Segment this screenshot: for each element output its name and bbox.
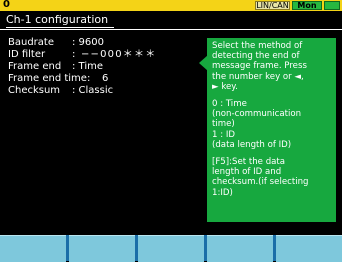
- function-key-f4[interactable]: [207, 235, 273, 262]
- help-option: 1 : ID: [212, 129, 235, 140]
- help-option: (non-communication: [212, 109, 302, 120]
- battery-icon: [324, 1, 340, 10]
- setting-label: Frame end time:: [8, 73, 91, 84]
- setting-label: Baudrate: [8, 37, 54, 48]
- function-key-f1[interactable]: [0, 235, 66, 262]
- setting-frame-end-time[interactable]: Frame end time: 6: [0, 73, 205, 85]
- lin-can-mode-badge: LIN/CAN: [255, 1, 290, 10]
- setting-checksum[interactable]: Checksum : Classic: [0, 85, 205, 97]
- setting-label: Checksum: [8, 85, 61, 96]
- help-option: time): [212, 119, 235, 130]
- setting-label: Frame end: [8, 61, 62, 72]
- help-note: length of ID and: [212, 167, 282, 178]
- setting-id-filter[interactable]: ID filter : −−000＊＊＊: [0, 49, 205, 61]
- title-divider: [0, 29, 342, 30]
- setting-value: : −−000＊＊＊: [72, 49, 157, 60]
- function-key-f2[interactable]: [69, 235, 135, 262]
- help-option: (data length of ID): [212, 139, 292, 150]
- settings-list: Baudrate : 9600 ID filter : −−000＊＊＊ Fra…: [0, 37, 205, 97]
- setting-label: ID filter: [8, 49, 46, 60]
- setting-value: : 9600: [72, 37, 104, 48]
- function-key-f5[interactable]: [276, 235, 342, 262]
- setting-baudrate[interactable]: Baudrate : 9600: [0, 37, 205, 49]
- page-title: Ch-1 configuration: [6, 13, 115, 28]
- setting-value: : Classic: [72, 85, 114, 96]
- setting-value: : Time: [72, 61, 104, 72]
- function-key-f3[interactable]: [138, 235, 204, 262]
- monitor-badge: Mon: [292, 1, 322, 10]
- status-bar: 0 LIN/CAN Mon: [0, 0, 342, 11]
- help-panel: Select the method of detecting the end o…: [207, 38, 336, 222]
- help-line: ► key.: [212, 81, 238, 92]
- setting-frame-end[interactable]: Frame end : Time: [0, 61, 205, 73]
- help-line: detecting the end of: [212, 51, 300, 62]
- help-option: 0 : Time: [212, 99, 247, 110]
- channel-indicator: 0: [3, 0, 10, 10]
- help-line: message frame. Press: [212, 61, 307, 72]
- function-key-bar: [0, 235, 342, 262]
- help-line: the number key or ◄,: [212, 71, 304, 82]
- help-line: Select the method of: [212, 41, 303, 51]
- help-note: 1:ID): [212, 187, 233, 198]
- setting-value: 6: [102, 73, 109, 84]
- help-note: [F5]:Set the data: [212, 157, 286, 168]
- help-note: checksum.(if selecting: [212, 177, 309, 188]
